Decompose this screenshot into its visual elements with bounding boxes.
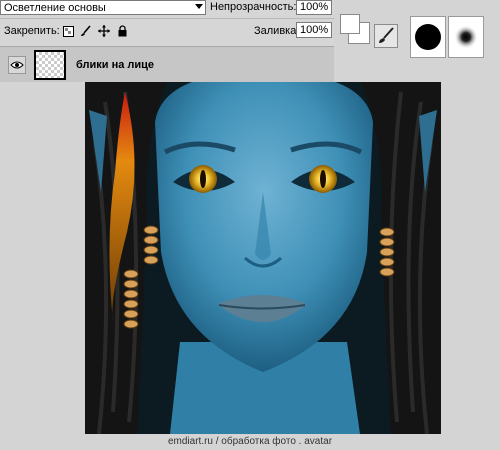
foreground-color-swatch[interactable] <box>340 14 360 34</box>
fill-label: Заливка: <box>254 25 300 37</box>
padlock-icon[interactable] <box>116 25 128 37</box>
opacity-input[interactable]: 100% <box>296 0 332 15</box>
image-canvas[interactable] <box>85 82 441 434</box>
soft-brush-preset[interactable] <box>448 16 484 58</box>
eye-icon <box>10 61 24 69</box>
layer-thumbnail[interactable] <box>34 50 66 80</box>
image-caption: emdiart.ru / обработка фото . avatar <box>167 436 333 447</box>
hard-brush-preset[interactable] <box>410 16 446 58</box>
lock-icons <box>62 25 128 37</box>
avatar-portrait <box>85 82 441 434</box>
move-lock-icon[interactable] <box>98 25 110 37</box>
hard-brush-preset-icon <box>415 24 441 50</box>
fill-input[interactable]: 100% <box>296 22 332 38</box>
lock-row: Закрепить: Заливка: <box>0 22 334 40</box>
soft-brush-preset-icon <box>454 25 478 49</box>
blend-mode-select[interactable]: Осветление основы <box>0 0 206 15</box>
chevron-down-icon <box>195 4 203 9</box>
visibility-toggle[interactable] <box>8 56 26 74</box>
tool-options <box>334 0 500 82</box>
transparency-lock-icon[interactable] <box>62 25 74 37</box>
layer-name[interactable]: блики на лице <box>76 59 154 71</box>
blend-row: Осветление основы Непрозрачность: 100% <box>0 0 334 16</box>
blend-mode-value: Осветление основы <box>4 1 106 14</box>
opacity-label: Непрозрачность: <box>210 1 297 13</box>
layer-row[interactable]: блики на лице <box>0 46 334 82</box>
layers-panel: Осветление основы Непрозрачность: 100% З… <box>0 0 334 82</box>
lock-label: Закрепить: <box>4 25 60 37</box>
brush-tool-icon <box>379 27 394 43</box>
brush-tool-button[interactable] <box>374 24 398 48</box>
divider <box>0 18 334 19</box>
brush-lock-icon[interactable] <box>80 25 92 37</box>
